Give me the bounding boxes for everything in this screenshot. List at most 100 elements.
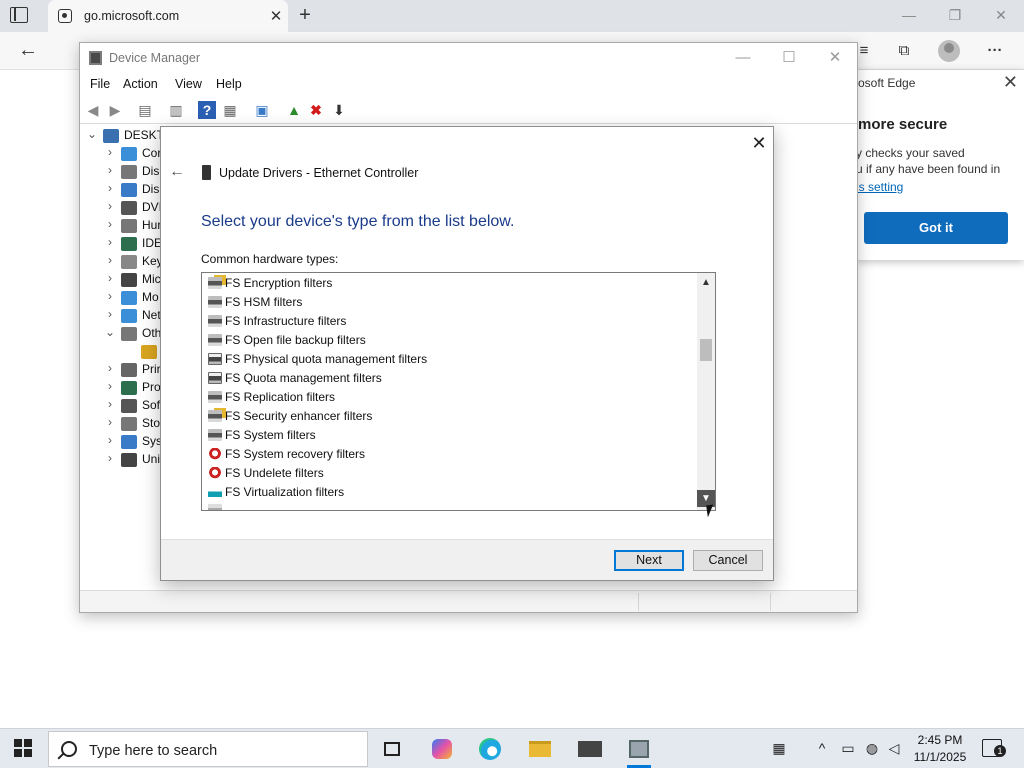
- browser-back-button[interactable]: ←: [14, 39, 42, 63]
- device-manager-app[interactable]: [619, 733, 659, 768]
- cancel-button[interactable]: Cancel: [693, 550, 763, 571]
- expand-chevron-icon[interactable]: ›: [104, 415, 116, 429]
- task-view-button[interactable]: [372, 733, 412, 765]
- tree-category[interactable]: › Hur: [104, 217, 164, 235]
- expand-chevron-icon[interactable]: ›: [104, 253, 116, 267]
- list-item[interactable]: FS Quota management filters: [202, 369, 697, 388]
- uninstall-icon[interactable]: ✖: [307, 101, 325, 119]
- dialog-back-button[interactable]: ←: [169, 163, 185, 181]
- list-item[interactable]: FS System recovery filters: [202, 445, 697, 464]
- hardware-types-list[interactable]: FS Encryption filters FS HSM filters FS In…: [201, 272, 716, 511]
- tree-category[interactable]: › Sof: [104, 397, 164, 415]
- dm-close-button[interactable]: ✕: [812, 47, 858, 69]
- browser-close-button[interactable]: ✕: [978, 4, 1024, 26]
- dm-maximize-button[interactable]: ☐: [766, 47, 812, 69]
- view-icon[interactable]: ▦: [221, 101, 239, 119]
- new-tab-button[interactable]: +: [294, 4, 316, 26]
- list-item[interactable]: FS System filters: [202, 426, 697, 445]
- expand-chevron-icon[interactable]: ›: [104, 307, 116, 321]
- list-item[interactable]: FS HSM filters: [202, 293, 697, 312]
- list-item[interactable]: FS Open file backup filters: [202, 331, 697, 350]
- list-item[interactable]: FS Infrastructure filters: [202, 312, 697, 331]
- settings-menu-icon[interactable]: ···: [984, 41, 1006, 61]
- device-manager-titlebar[interactable]: Device Manager — ☐ ✕: [80, 43, 857, 73]
- edge-app[interactable]: [470, 733, 510, 765]
- list-item[interactable]: FS Security enhancer filters: [202, 407, 697, 426]
- menu-action[interactable]: Action: [123, 77, 158, 91]
- profile-avatar-icon[interactable]: [938, 40, 960, 62]
- show-hide-icon[interactable]: ▥: [167, 101, 185, 119]
- meet-now-icon[interactable]: ▭: [838, 739, 858, 757]
- back-arrow-icon[interactable]: ◀: [84, 101, 102, 119]
- copilot-app[interactable]: [422, 733, 462, 765]
- expand-chevron-icon[interactable]: ›: [104, 217, 116, 231]
- browser-restore-button[interactable]: ❐: [932, 4, 978, 26]
- tree-category[interactable]: › Syst: [104, 433, 165, 451]
- scroll-up-arrow-icon[interactable]: ▲: [697, 274, 715, 291]
- browser-tab[interactable]: go.microsoft.com ✕: [48, 0, 288, 32]
- tree-category[interactable]: › Mic: [104, 271, 164, 289]
- list-item[interactable]: FS Virtualization filters: [202, 483, 697, 502]
- help-icon[interactable]: ?: [198, 101, 216, 119]
- expand-chevron-icon[interactable]: ›: [104, 145, 116, 159]
- dm-minimize-button[interactable]: —: [720, 47, 766, 69]
- volume-muted-icon[interactable]: ◁: [884, 739, 904, 757]
- list-item[interactable]: FS Encryption filters: [202, 274, 697, 293]
- expand-chevron-icon[interactable]: ›: [104, 199, 116, 213]
- forward-arrow-icon[interactable]: ▶: [106, 101, 124, 119]
- expand-chevron-icon[interactable]: ›: [104, 289, 116, 303]
- next-button[interactable]: Next: [614, 550, 684, 571]
- taskbar-clock[interactable]: 2:45 PM 11/1/2025: [906, 732, 974, 766]
- show-hidden-icons-chevron-icon[interactable]: ^: [812, 739, 832, 757]
- start-button[interactable]: [14, 739, 32, 757]
- tree-category[interactable]: › IDE: [104, 235, 164, 253]
- popup-close-button[interactable]: ✕: [1003, 72, 1018, 93]
- tree-category[interactable]: › Cor: [104, 145, 164, 163]
- expand-chevron-icon[interactable]: ›: [104, 271, 116, 285]
- tree-category[interactable]: › Sto: [104, 415, 164, 433]
- tree-category[interactable]: › DVI: [104, 199, 164, 217]
- expand-chevron-icon[interactable]: ›: [104, 397, 116, 411]
- tree-category[interactable]: ⌄ Oth: [104, 325, 164, 343]
- tab-actions-icon[interactable]: [10, 7, 28, 23]
- menu-help[interactable]: Help: [216, 77, 242, 91]
- expand-chevron-icon[interactable]: ›: [104, 181, 116, 195]
- update-driver-icon[interactable]: ▲: [285, 101, 303, 119]
- tree-category[interactable]: › Prir: [104, 361, 164, 379]
- collapse-chevron-icon[interactable]: ⌄: [86, 127, 98, 141]
- tree-category[interactable]: › Mo: [104, 289, 164, 307]
- properties-icon[interactable]: ▤: [136, 101, 154, 119]
- tree-category[interactable]: › Disl: [104, 163, 164, 181]
- taskbar-search-box[interactable]: Type here to search: [48, 731, 368, 767]
- tree-category[interactable]: › Pro: [104, 379, 164, 397]
- scrollbar-thumb[interactable]: [700, 339, 712, 361]
- expand-chevron-icon[interactable]: ›: [104, 379, 116, 393]
- collapse-chevron-icon[interactable]: ⌄: [104, 325, 116, 339]
- tree-category[interactable]: › Key: [104, 253, 164, 271]
- menu-file[interactable]: File: [90, 77, 110, 91]
- list-item[interactable]: FS Undelete filters: [202, 464, 697, 483]
- tab-close-icon[interactable]: ✕: [264, 7, 288, 25]
- disable-icon[interactable]: ⬇: [330, 101, 348, 119]
- list-item-partial[interactable]: [202, 501, 697, 510]
- browser-minimize-button[interactable]: —: [886, 4, 932, 26]
- popup-settings-link[interactable]: is setting: [856, 180, 903, 194]
- tree-category[interactable]: › Disp: [104, 181, 166, 199]
- tree-category[interactable]: › Net: [104, 307, 164, 325]
- mail-app[interactable]: [570, 733, 610, 765]
- expand-chevron-icon[interactable]: ›: [104, 235, 116, 249]
- tree-category[interactable]: › Uni: [104, 451, 164, 469]
- scan-hardware-icon[interactable]: ▣: [253, 101, 271, 119]
- list-scrollbar[interactable]: ▲ ▼: [697, 273, 715, 510]
- expand-chevron-icon[interactable]: ›: [104, 163, 116, 177]
- list-item[interactable]: FS Physical quota management filters: [202, 350, 697, 369]
- expand-chevron-icon[interactable]: ›: [104, 361, 116, 375]
- expand-chevron-icon[interactable]: ›: [104, 451, 116, 465]
- menu-view[interactable]: View: [175, 77, 202, 91]
- news-widget-icon[interactable]: ▦: [766, 739, 792, 757]
- dialog-close-button[interactable]: ✕: [749, 133, 769, 154]
- got-it-button[interactable]: Got it: [864, 212, 1008, 244]
- file-explorer-app[interactable]: [520, 733, 560, 765]
- expand-chevron-icon[interactable]: ›: [104, 433, 116, 447]
- collections-icon[interactable]: ⧉: [893, 41, 915, 61]
